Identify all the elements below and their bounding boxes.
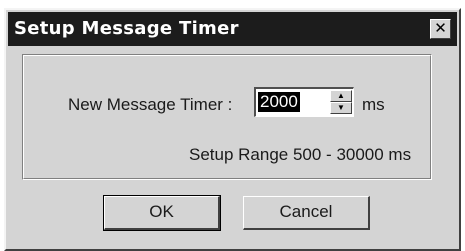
timer-value-field[interactable]: 2000 [258, 92, 300, 112]
timer-spinbox[interactable]: 2000 ▲ ▼ [254, 87, 354, 117]
timer-label: New Message Timer : [68, 95, 233, 114]
range-hint: Setup Range 500 - 30000 ms [189, 145, 412, 164]
unit-label: ms [362, 95, 385, 114]
close-icon: ✕ [434, 19, 447, 37]
spin-up-button[interactable]: ▲ [330, 90, 352, 102]
cancel-button[interactable]: Cancel [243, 196, 370, 230]
arrow-down-icon: ▼ [337, 103, 345, 112]
dialog-title: Setup Message Timer [14, 18, 239, 39]
arrow-up-icon: ▲ [337, 91, 345, 100]
close-button[interactable]: ✕ [430, 19, 451, 39]
title-bar[interactable]: Setup Message Timer ✕ [8, 12, 457, 46]
spin-down-button[interactable]: ▼ [330, 102, 352, 114]
ok-button[interactable]: OK [103, 195, 221, 231]
